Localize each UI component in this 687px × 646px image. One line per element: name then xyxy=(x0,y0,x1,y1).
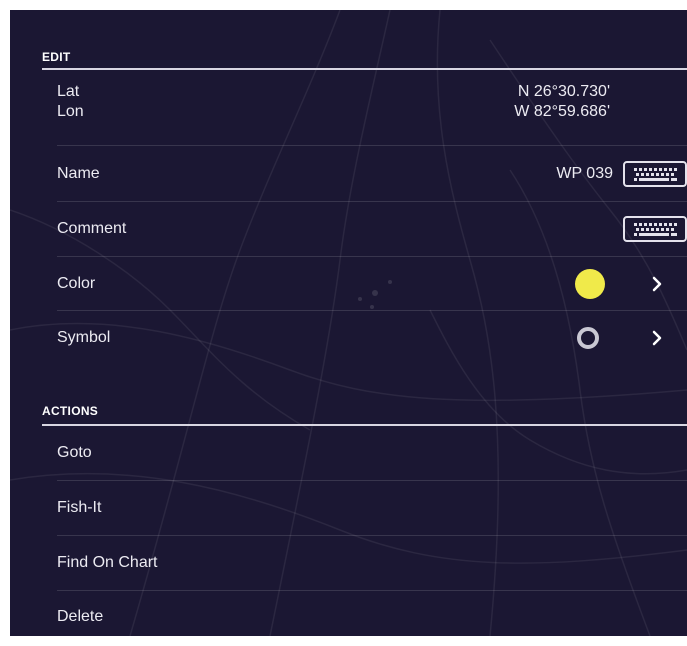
action-find-on-chart[interactable]: Find On Chart xyxy=(57,536,687,590)
action-label: Goto xyxy=(57,444,92,461)
position-labels: Lat Lon xyxy=(57,82,84,122)
name-controls: WP 039 xyxy=(556,147,687,201)
keyboard-icon xyxy=(634,223,677,236)
action-goto[interactable]: Goto xyxy=(57,426,687,480)
color-row[interactable]: Color xyxy=(57,257,687,311)
edit-section-title: EDIT xyxy=(42,50,71,64)
lon-label: Lon xyxy=(57,103,84,120)
action-label: Find On Chart xyxy=(57,554,158,571)
action-delete[interactable]: Delete xyxy=(57,590,687,636)
keyboard-icon xyxy=(634,168,677,181)
actions-section-title: ACTIONS xyxy=(42,404,99,418)
comment-label: Comment xyxy=(57,220,127,237)
action-fish-it[interactable]: Fish-It xyxy=(57,481,687,535)
row-divider xyxy=(57,145,687,146)
circle-symbol-icon xyxy=(577,327,599,349)
chevron-right-icon xyxy=(652,276,662,292)
lat-value: N 26°30.730' xyxy=(517,83,610,100)
color-swatch xyxy=(575,269,605,299)
waypoint-edit-panel: EDIT Lat Lon N 26°30.730' W 82°59.686' N… xyxy=(10,10,687,636)
name-keyboard-button[interactable] xyxy=(623,161,687,187)
lat-label: Lat xyxy=(57,83,80,100)
chevron-right-icon xyxy=(652,330,662,346)
comment-controls xyxy=(623,202,687,256)
edit-section-divider xyxy=(42,68,687,70)
action-label: Delete xyxy=(57,608,104,625)
comment-row[interactable]: Comment xyxy=(57,202,687,256)
symbol-row[interactable]: Symbol xyxy=(57,311,687,365)
name-row[interactable]: Name WP 039 xyxy=(57,147,687,201)
action-label: Fish-It xyxy=(57,499,102,516)
lon-value: W 82°59.686' xyxy=(514,103,610,120)
position-values[interactable]: N 26°30.730' W 82°59.686' xyxy=(514,82,610,122)
name-value: WP 039 xyxy=(556,165,613,182)
comment-keyboard-button[interactable] xyxy=(623,216,687,242)
